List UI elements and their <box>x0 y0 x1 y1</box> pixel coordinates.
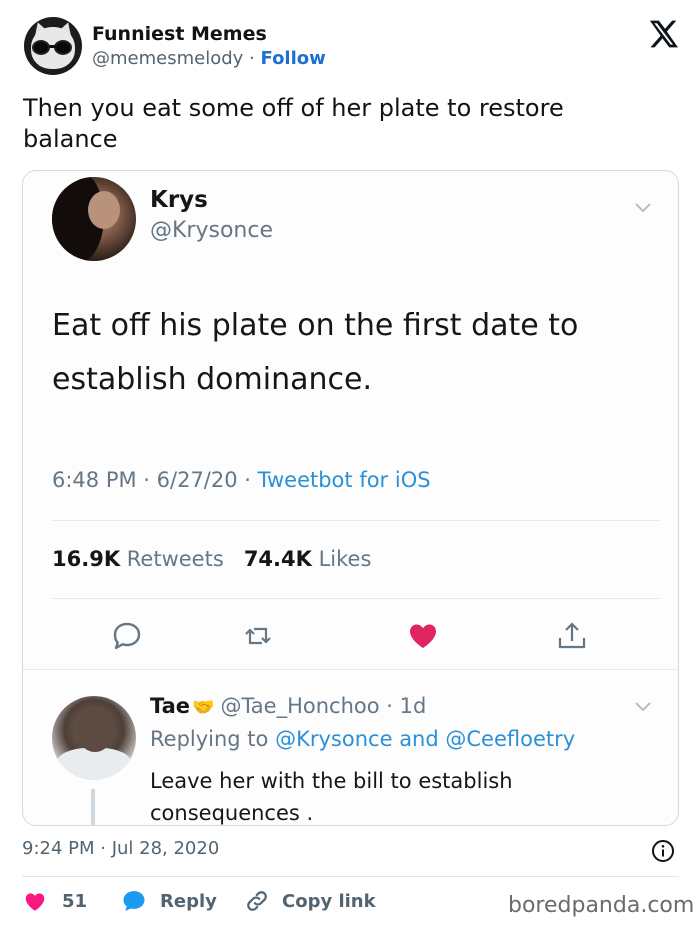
author-avatar[interactable] <box>24 17 82 75</box>
embedded-stats: 16.9K Retweets 74.4K Likes <box>52 547 371 571</box>
handle-separator: · <box>249 48 255 69</box>
embedded-time: 6:48 PM · 6/27/20 · <box>52 468 258 492</box>
footer-divider <box>22 876 679 877</box>
embedded-author-avatar <box>52 177 136 261</box>
avatar-face <box>88 191 120 229</box>
reply-author-name: Tae <box>150 694 191 718</box>
avatar-head <box>76 706 114 752</box>
handshake-emoji-icon: 🤝 <box>192 697 215 718</box>
reply-author-handle: @Tae_Honchoo <box>220 694 380 718</box>
author-handle[interactable]: @memesmelody <box>92 48 243 69</box>
thread-line <box>91 789 95 825</box>
embedded-tweet-meta: 6:48 PM · 6/27/20 · Tweetbot for iOS <box>52 468 431 492</box>
retweets-label: Retweets <box>126 547 224 571</box>
follow-button[interactable]: Follow <box>261 48 326 69</box>
copy-link-button[interactable]: Copy link <box>244 886 376 916</box>
copy-link-label: Copy link <box>282 890 376 912</box>
embedded-author-name: Krys <box>150 187 208 213</box>
embedded-source: Tweetbot for iOS <box>257 468 431 492</box>
likes-count: 74.4K <box>243 547 312 571</box>
mention-and: and <box>399 727 439 751</box>
likes-label: Likes <box>318 547 372 571</box>
heart-icon <box>410 624 436 648</box>
replying-prefix: Replying to <box>150 727 269 751</box>
link-icon <box>247 891 267 911</box>
reply-label: Reply <box>160 890 217 912</box>
like-count: 51 <box>62 890 88 912</box>
sunglasses-bridge <box>49 45 56 48</box>
x-logo-icon[interactable] <box>647 18 679 50</box>
author-name[interactable]: Funniest Memes <box>92 23 267 45</box>
author-handle-line: @memesmelody · Follow <box>92 48 326 69</box>
stats-divider-top <box>52 520 660 521</box>
replying-to-line: Replying to @Krysonce and @Ceefloetry <box>150 727 575 751</box>
reply-button[interactable]: Reply <box>120 886 217 916</box>
reply-chevron-down-icon <box>635 702 651 712</box>
info-icon[interactable] <box>651 839 675 863</box>
sunglasses-right-lens <box>54 40 72 55</box>
like-button[interactable]: 51 <box>22 886 87 916</box>
sunglasses-left-lens <box>32 40 50 55</box>
retweet-icon <box>245 627 271 645</box>
reply-author-avatar <box>52 696 136 780</box>
reply-divider <box>23 669 678 670</box>
chevron-down-icon <box>635 203 651 213</box>
chat-bubble-icon <box>123 891 145 911</box>
stats-divider-bottom <box>52 598 660 599</box>
tweet-header: Funniest Memes @memesmelody · Follow <box>0 0 700 90</box>
avatar-shirt <box>56 748 132 780</box>
embedded-tweet-text: Eat off his plate on the first date to e… <box>52 308 579 397</box>
mention-ceefloetry: @Ceefloetry <box>445 727 576 751</box>
tweet-text: Then you eat some off of her plate to re… <box>23 94 564 153</box>
embedded-author-handle: @Krysonce <box>150 218 273 243</box>
heart-filled-icon <box>25 893 45 911</box>
share-icon <box>558 622 586 649</box>
mention-krysonce: @Krysonce <box>275 727 393 751</box>
reply-header: Tae 🤝 @Tae_Honchoo · 1d <box>150 694 426 718</box>
reply-text: Leave her with the bill to establish con… <box>150 769 513 825</box>
boredpanda-watermark: boredpanda.com <box>508 893 695 918</box>
reply-age: · 1d <box>386 694 427 718</box>
retweets-count: 16.9K <box>52 547 121 571</box>
embedded-tweet-card[interactable]: Krys @Krysonce Eat off his plate on the … <box>22 170 679 826</box>
reply-bubble-icon <box>113 622 141 650</box>
tweet-timestamp[interactable]: 9:24 PM · Jul 28, 2020 <box>22 838 219 859</box>
